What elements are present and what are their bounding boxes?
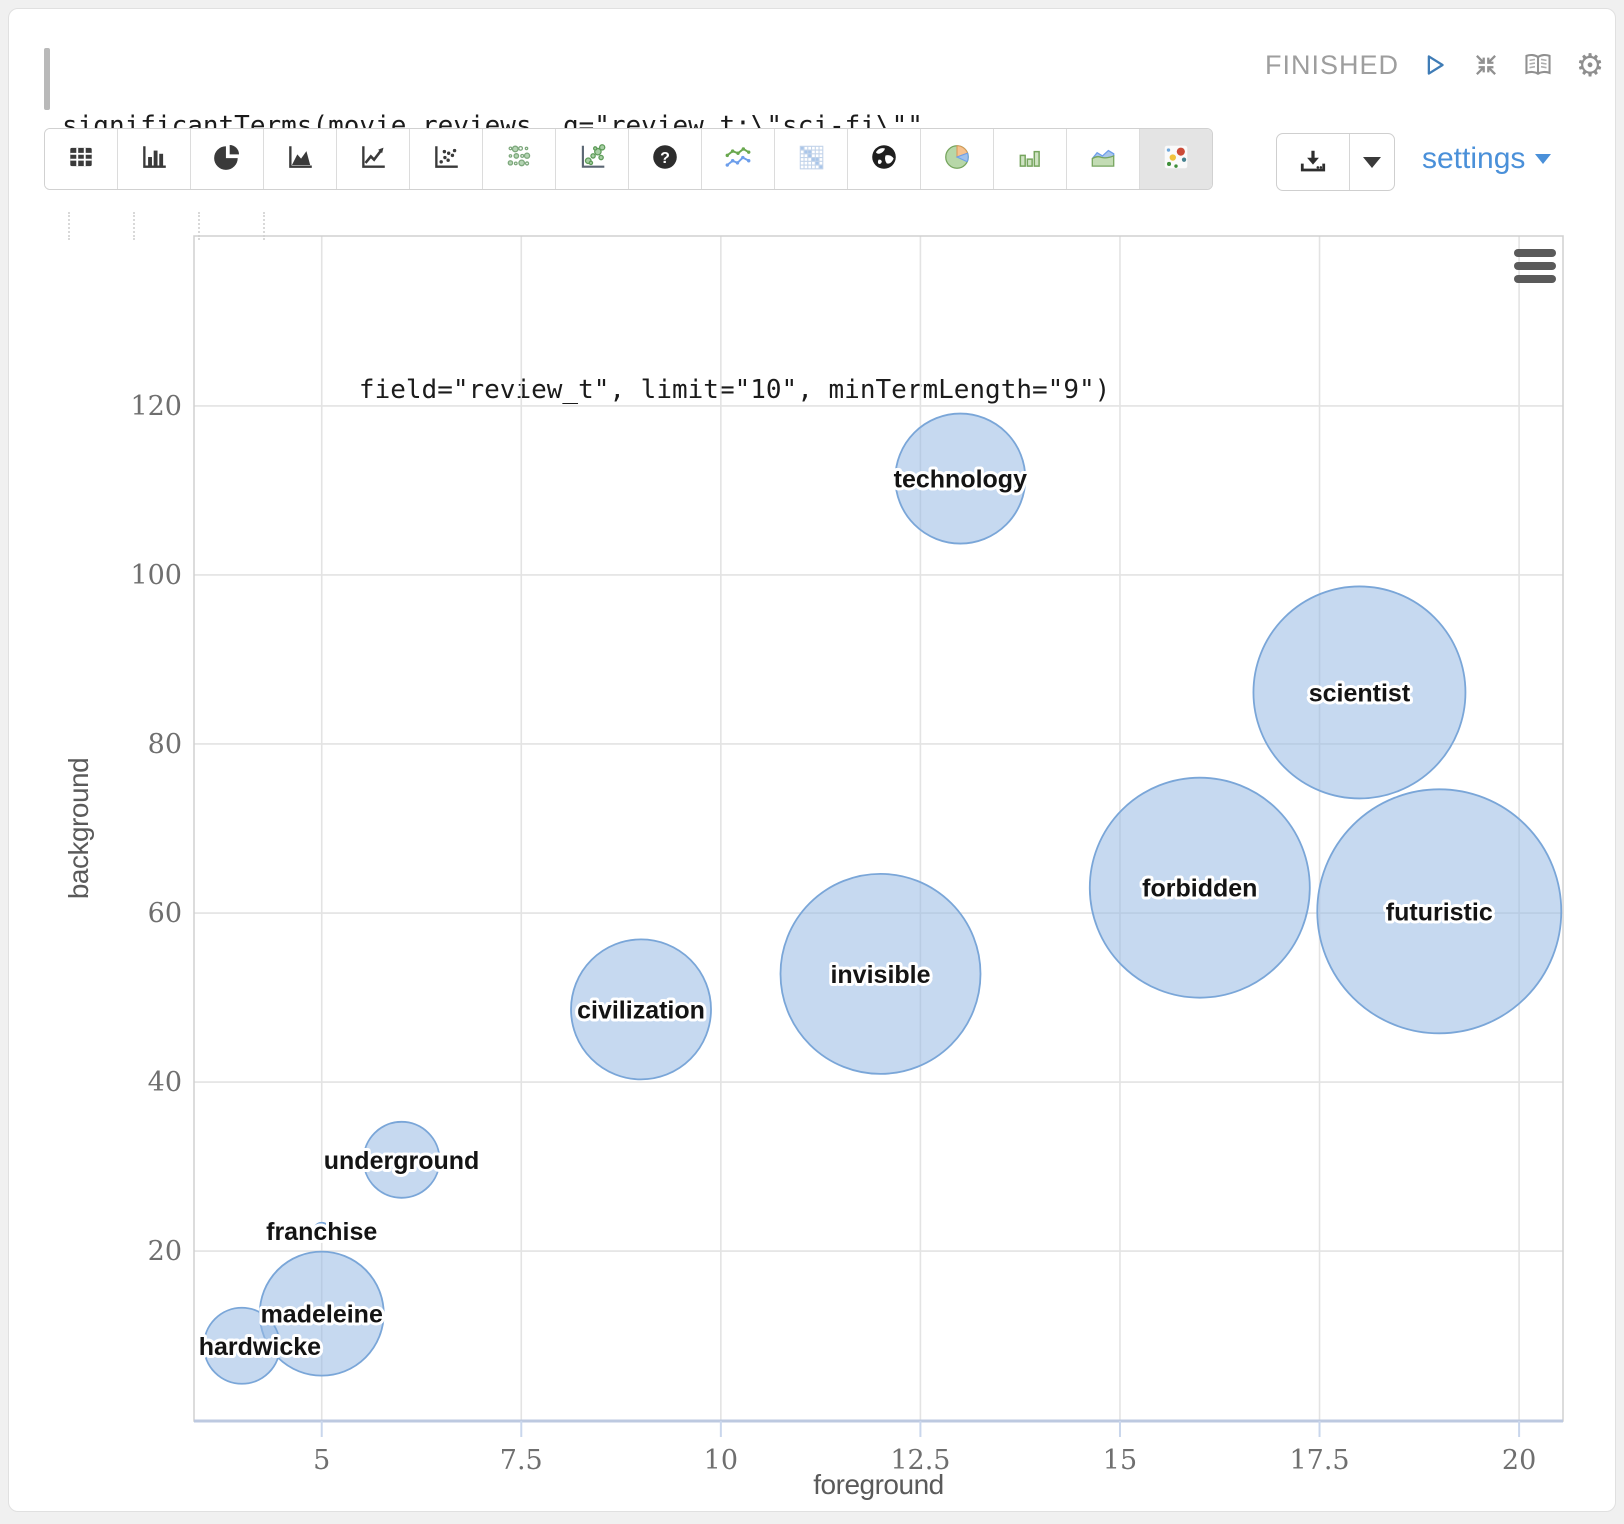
chart-context-menu-button[interactable] bbox=[1514, 249, 1556, 283]
y-tick-label: 120 bbox=[130, 391, 182, 422]
y-tick-label: 100 bbox=[130, 560, 182, 591]
bubble-label-technology: technology bbox=[894, 466, 1027, 494]
bubble-label-madeleine: madeleine bbox=[261, 1301, 383, 1329]
bubble-label-hardwicke: hardwicke bbox=[199, 1333, 321, 1361]
x-axis-title: foreground bbox=[813, 1469, 943, 1500]
y-tick-label: 80 bbox=[148, 729, 182, 760]
notebook-page: { "paragraph": { "code_line1": "signific… bbox=[0, 0, 1624, 1524]
hamburger-icon bbox=[1514, 249, 1556, 257]
bubble-label-underground: underground bbox=[324, 1147, 480, 1175]
bubble-label-scientist: scientist bbox=[1309, 679, 1411, 707]
bubble-chart: 57.51012.51517.52020406080100120foregrou… bbox=[0, 0, 1624, 1524]
x-tick-label: 7.5 bbox=[500, 1445, 543, 1476]
x-tick-label: 20 bbox=[1502, 1445, 1536, 1476]
y-axis-title: background bbox=[63, 758, 94, 899]
bubble-label-forbidden: forbidden bbox=[1142, 875, 1257, 903]
bubble-label-civilization: civilization bbox=[577, 996, 705, 1024]
bubble-label-franchise: franchise bbox=[266, 1218, 377, 1246]
x-tick-label: 5 bbox=[313, 1445, 330, 1476]
bubble-label-futuristic: futuristic bbox=[1386, 898, 1493, 926]
y-tick-label: 60 bbox=[148, 898, 182, 929]
x-tick-label: 17.5 bbox=[1289, 1445, 1349, 1476]
y-tick-label: 20 bbox=[148, 1236, 182, 1267]
y-tick-label: 40 bbox=[148, 1067, 182, 1098]
bubble-label-invisible: invisible bbox=[830, 961, 930, 989]
x-tick-label: 15 bbox=[1103, 1445, 1137, 1476]
x-tick-label: 10 bbox=[704, 1445, 738, 1476]
